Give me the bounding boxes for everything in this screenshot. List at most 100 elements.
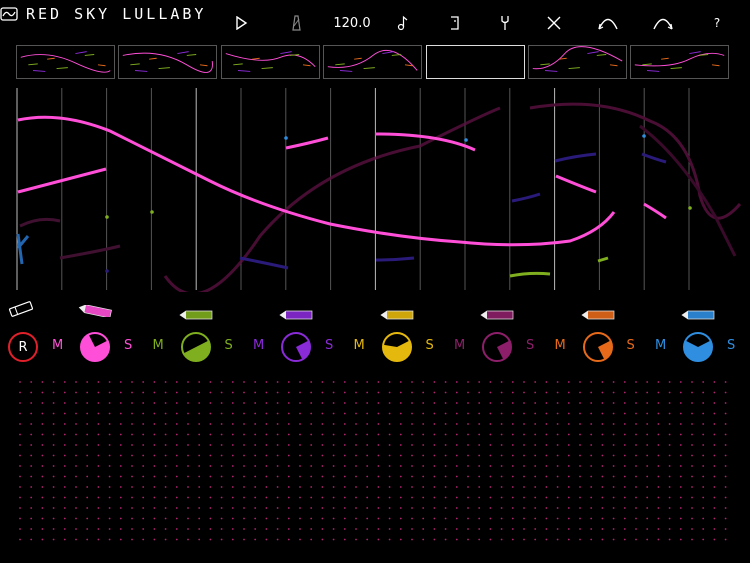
pencil-tool-pink[interactable] <box>78 302 114 319</box>
play-button[interactable] <box>228 8 254 38</box>
grid-dot <box>657 391 660 394</box>
grid-dot <box>355 486 357 488</box>
grid-dot <box>489 517 492 520</box>
solo-button[interactable]: S <box>426 338 434 353</box>
solo-button[interactable]: S <box>124 338 132 353</box>
grid-dot <box>86 454 89 457</box>
grid-dot <box>679 444 682 446</box>
grid-dot <box>343 538 346 541</box>
grid-dot <box>579 486 581 488</box>
grid-dot <box>131 423 133 425</box>
clear-button[interactable] <box>543 8 565 38</box>
song-title[interactable]: RED SKY LULLABY <box>26 5 206 23</box>
mute-button[interactable]: M <box>253 338 264 353</box>
curve-arrow-button[interactable] <box>650 8 676 38</box>
tuning-button[interactable] <box>494 8 516 38</box>
pattern-thumbnail[interactable] <box>16 45 115 79</box>
grid-dot <box>86 381 89 383</box>
grid-dot <box>276 402 279 404</box>
grid-dot <box>52 496 55 499</box>
grid-dot <box>355 465 357 467</box>
grid-dot <box>75 528 77 530</box>
grid-dot <box>243 381 245 383</box>
grid-dot <box>153 381 156 383</box>
pencil-tool-yellow[interactable] <box>379 306 416 320</box>
mute-button[interactable]: M <box>655 338 666 353</box>
grid-dot <box>332 465 335 467</box>
mute-button[interactable]: M <box>354 338 365 353</box>
note-button[interactable] <box>392 8 414 38</box>
grid-dot <box>52 433 55 436</box>
pencil-tool-magenta[interactable] <box>480 306 516 320</box>
solo-button[interactable]: S <box>325 338 333 353</box>
grid-dot <box>108 454 111 457</box>
pattern-thumbnail[interactable] <box>630 45 730 79</box>
grid-dot <box>265 402 268 404</box>
volume-knob-magenta[interactable] <box>480 330 514 364</box>
grid-dot <box>187 381 189 383</box>
grid-dot <box>388 402 391 404</box>
volume-knob-yellow[interactable] <box>380 330 414 364</box>
grid-dot <box>332 454 335 457</box>
volume-knob-orange[interactable] <box>581 330 615 364</box>
grid-dot <box>86 433 89 436</box>
grid-dot <box>511 486 514 488</box>
pattern-thumbnail[interactable] <box>118 45 218 79</box>
mute-button[interactable]: M <box>52 338 63 353</box>
volume-knob-blue[interactable] <box>681 330 715 364</box>
metronome-button[interactable] <box>284 8 308 38</box>
volume-knob-green[interactable] <box>179 330 213 364</box>
sequencer-dot-grid[interactable] <box>0 376 750 546</box>
curve-button[interactable] <box>595 8 621 38</box>
mute-button[interactable]: M <box>454 338 465 353</box>
tempo-display[interactable]: 120.0 <box>332 8 372 38</box>
grid-dot <box>119 402 122 404</box>
grid-dot <box>108 538 111 541</box>
pencil-tool-blue[interactable] <box>681 306 717 320</box>
eraser-tool[interactable] <box>8 300 34 322</box>
grid-dot <box>97 507 100 509</box>
pattern-thumbnail[interactable] <box>220 45 320 79</box>
grid-dot <box>332 496 335 499</box>
grid-dot <box>388 475 391 478</box>
volume-knob-purple[interactable] <box>279 330 313 364</box>
grid-dot <box>366 454 369 457</box>
grid-dot <box>86 496 89 499</box>
grid-dot <box>523 538 525 541</box>
loop-button[interactable] <box>444 8 466 38</box>
mute-button[interactable]: M <box>153 338 164 353</box>
grid-dot <box>635 538 637 541</box>
solo-button[interactable]: S <box>526 338 534 353</box>
loop-icon <box>451 16 459 30</box>
grid-dot <box>142 444 145 446</box>
grid-dot <box>500 496 503 499</box>
grid-dot <box>299 507 301 509</box>
grid-dot <box>623 496 626 499</box>
volume-knob-pink[interactable] <box>78 330 112 364</box>
drawing-canvas[interactable] <box>0 86 750 292</box>
pencil-tool-green[interactable] <box>178 306 215 320</box>
grid-dot <box>86 465 89 467</box>
solo-button[interactable]: S <box>727 338 735 353</box>
help-button[interactable]: ? <box>708 8 726 38</box>
grid-dot <box>187 454 189 457</box>
grid-dot <box>63 507 66 509</box>
grid-dot <box>63 454 66 457</box>
faded-curve <box>509 271 551 278</box>
record-button[interactable]: R <box>6 330 40 364</box>
grid-dot <box>646 496 649 499</box>
pencil-tool-purple[interactable] <box>279 306 315 320</box>
grid-dot <box>276 423 279 425</box>
grid-dot <box>231 381 234 383</box>
pattern-thumbnail[interactable] <box>425 45 525 79</box>
grid-dot <box>713 391 716 394</box>
grid-dot <box>355 454 357 457</box>
solo-button[interactable]: S <box>225 338 233 353</box>
pattern-thumbnail[interactable] <box>323 45 423 79</box>
solo-button[interactable]: S <box>627 338 635 353</box>
grid-dot <box>187 402 189 404</box>
pencil-tool-orange[interactable] <box>580 306 617 320</box>
grid-dot <box>41 496 44 499</box>
mute-button[interactable]: M <box>555 338 566 353</box>
pattern-thumbnail[interactable] <box>528 45 627 79</box>
